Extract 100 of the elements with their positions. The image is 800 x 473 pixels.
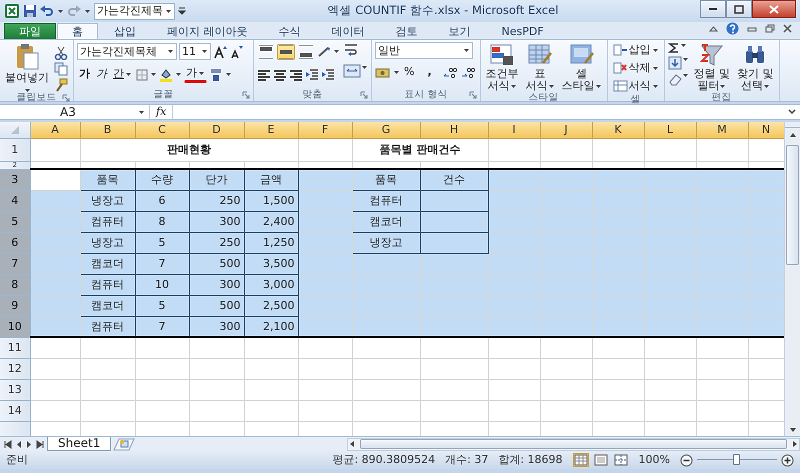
column-heading[interactable]: E <box>244 122 298 138</box>
merge-center-icon[interactable] <box>343 64 361 78</box>
sheet-title[interactable]: 판매현황 <box>80 138 298 161</box>
table-cell[interactable]: 냉장고 <box>80 232 135 253</box>
table-cell[interactable]: 2,500 <box>244 295 298 316</box>
selected-cell[interactable] <box>644 169 696 190</box>
row-heading[interactable]: 4 <box>0 190 30 211</box>
number-format-field[interactable]: 일반 <box>375 42 473 59</box>
new-sheet-icon[interactable] <box>113 438 136 450</box>
dialog-launcher-icon[interactable] <box>468 91 477 99</box>
horizontal-scrollbar[interactable] <box>347 438 800 450</box>
row-heading[interactable]: 6 <box>0 232 30 253</box>
selected-cell[interactable] <box>540 169 592 190</box>
row-heading[interactable]: 13 <box>0 379 30 400</box>
table-cell[interactable]: 250 <box>189 232 244 253</box>
column-heading[interactable]: I <box>488 122 540 138</box>
table-cell[interactable] <box>420 190 488 211</box>
sheet-title[interactable]: 품목별 판매건수 <box>352 138 488 161</box>
table-cell[interactable]: 300 <box>189 316 244 337</box>
copy-icon[interactable] <box>54 62 70 76</box>
table-cell[interactable] <box>420 211 488 232</box>
dialog-launcher-icon[interactable] <box>62 94 70 102</box>
cells-button[interactable]: 삭제 <box>610 60 661 76</box>
table-cell[interactable]: 컴퓨터 <box>80 211 135 232</box>
font-box[interactable]: 가는각진제목 <box>94 2 175 20</box>
name-box[interactable]: A3 <box>0 105 150 119</box>
column-heading[interactable]: G <box>352 122 420 138</box>
italic-button[interactable]: 가 <box>94 67 109 82</box>
cells-button[interactable]: 서식 <box>610 78 661 94</box>
table-cell[interactable]: 캠코더 <box>80 295 135 316</box>
style-button[interactable]: 셀 스타일 <box>560 42 604 92</box>
top-align-button[interactable] <box>257 44 275 60</box>
selected-cell[interactable] <box>748 169 784 190</box>
column-heading[interactable]: J <box>540 122 592 138</box>
format-painter-icon[interactable] <box>54 78 68 92</box>
bold-button[interactable]: 가 <box>77 67 92 82</box>
expand-icon[interactable] <box>788 109 796 115</box>
table-cell[interactable]: 1,250 <box>244 232 298 253</box>
table-cell[interactable]: 6 <box>135 190 189 211</box>
currency-icon[interactable] <box>375 66 391 80</box>
align-right-icon[interactable] <box>289 68 303 82</box>
active-cell[interactable] <box>30 169 80 190</box>
eraser-icon[interactable] <box>668 72 682 86</box>
table-cell[interactable]: 300 <box>189 211 244 232</box>
column-heading[interactable]: B <box>80 122 135 138</box>
zoom-out-icon[interactable] <box>680 454 693 466</box>
style-button[interactable]: 조건부 서식 <box>484 42 521 92</box>
increase-indent-icon[interactable] <box>321 68 335 82</box>
cut-icon[interactable] <box>54 46 68 60</box>
table-cell[interactable]: 컴퓨터 <box>80 274 135 295</box>
table-header-cell[interactable]: 건수 <box>420 169 488 190</box>
close-button[interactable] <box>752 0 796 18</box>
row-heading[interactable]: 8 <box>0 274 30 295</box>
ribbon-tab[interactable]: 삽입 <box>99 23 151 39</box>
selected-cell[interactable] <box>298 169 352 190</box>
zoom-in-icon[interactable] <box>781 454 794 466</box>
percent-button[interactable]: % <box>402 65 416 80</box>
orientation-icon[interactable] <box>317 46 331 58</box>
table-header-cell[interactable]: 단가 <box>189 169 244 190</box>
font-size-field[interactable]: 11 <box>179 43 211 60</box>
column-heading[interactable]: L <box>644 122 696 138</box>
ribbon-tab[interactable]: 페이지 레이아웃 <box>152 23 262 39</box>
first-sheet-icon[interactable] <box>3 440 12 448</box>
fill-down-icon[interactable] <box>668 56 682 70</box>
align-left-icon[interactable] <box>257 68 271 82</box>
table-cell[interactable]: 2,100 <box>244 316 298 337</box>
column-heading[interactable]: N <box>748 122 784 138</box>
column-heading[interactable]: A <box>30 122 80 138</box>
customize-icon[interactable] <box>178 6 186 16</box>
decrease-decimal-icon[interactable] <box>460 66 477 78</box>
column-heading[interactable]: H <box>420 122 488 138</box>
find-select-button[interactable]: 찾기 및 선택 <box>735 42 776 92</box>
file-tab[interactable]: 파일 <box>4 23 56 39</box>
row-heading[interactable]: 3 <box>0 169 30 190</box>
cells-button[interactable]: 삽입 <box>610 42 661 58</box>
selected-cell[interactable] <box>592 169 644 190</box>
excel-logo-icon[interactable] <box>4 3 20 19</box>
sort-filter-button[interactable]: 정렬 및 필터 <box>692 42 732 92</box>
borders-icon[interactable] <box>136 68 148 80</box>
column-heading[interactable]: D <box>189 122 244 138</box>
help-icon[interactable] <box>726 22 739 35</box>
table-cell[interactable]: 5 <box>135 295 189 316</box>
bottom-align-button[interactable] <box>297 44 315 60</box>
ribbon-tab[interactable]: 수식 <box>264 23 316 39</box>
column-heading[interactable]: F <box>298 122 352 138</box>
column-heading[interactable]: M <box>696 122 748 138</box>
normal-view-button[interactable] <box>572 453 589 467</box>
ribbon-tab[interactable]: 홈 <box>57 23 98 39</box>
save-icon[interactable] <box>23 4 37 18</box>
selected-cell[interactable] <box>488 169 540 190</box>
close-workbook-icon[interactable] <box>783 24 792 33</box>
table-cell[interactable]: 1,500 <box>244 190 298 211</box>
table-cell[interactable]: 7 <box>135 316 189 337</box>
table-header-cell[interactable]: 품목 <box>352 169 420 190</box>
underline-button[interactable]: 간 <box>111 67 134 82</box>
autosum-icon[interactable] <box>668 42 680 54</box>
minimize-button[interactable] <box>700 0 726 18</box>
minimize-workbook-icon[interactable] <box>747 24 757 32</box>
maximize-button[interactable] <box>726 0 752 18</box>
scroll-up-icon[interactable] <box>788 130 796 139</box>
